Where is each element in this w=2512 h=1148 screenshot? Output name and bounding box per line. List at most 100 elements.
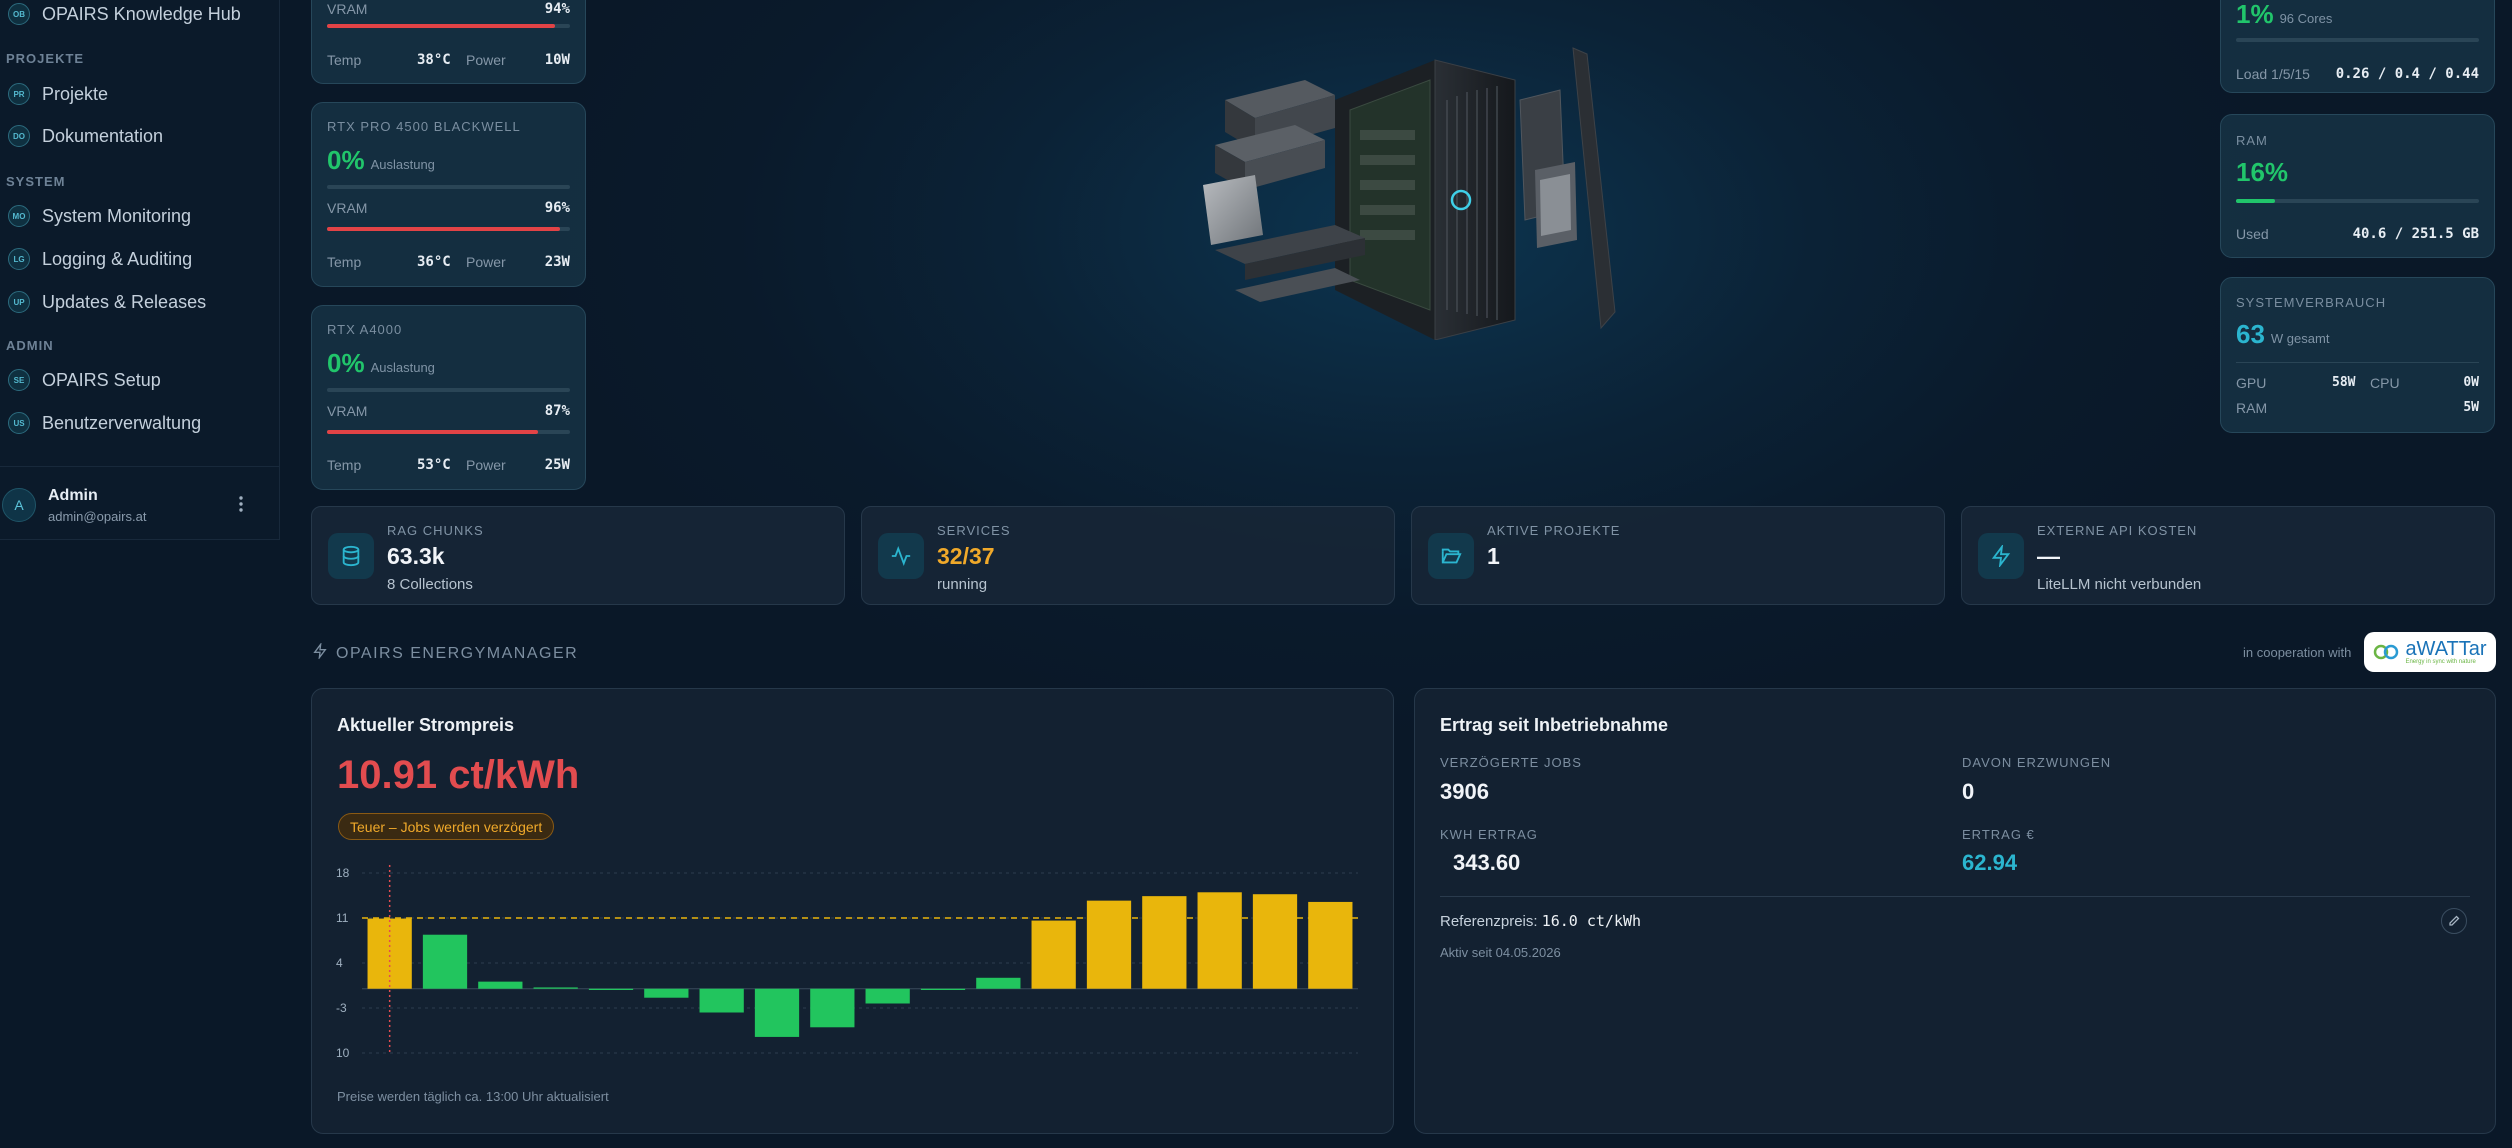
sidebar-item-system-monitoring[interactable]: MO System Monitoring: [8, 205, 191, 227]
kpi-card-projects[interactable]: AKTIVE PROJEKTE 1: [1411, 506, 1945, 605]
cpu-pct: 1%: [2236, 0, 2274, 29]
ram-bar: [2236, 199, 2479, 203]
energy-section-label: OPAIRS ENERGYMANAGER: [336, 644, 579, 662]
cpu-cores: 96 Cores: [2279, 11, 2333, 26]
sidebar-item-opairs-setup[interactable]: SE OPAIRS Setup: [8, 369, 161, 391]
sidebar-item-knowledge-hub[interactable]: OB OPAIRS Knowledge Hub: [8, 3, 241, 25]
ram-power-value: 5W: [2463, 400, 2479, 415]
power-card: SYSTEMVERBRAUCH 63 W gesamt GPU 58W CPU …: [2220, 277, 2495, 433]
gpu-name: RTX PRO 4500 BLACKWELL: [327, 119, 521, 134]
gpu-power-value: 58W: [2332, 375, 2356, 390]
delayed-jobs-label: VERZÖGERTE JOBS: [1440, 755, 1582, 770]
user-profile[interactable]: A Admin admin@opairs.at: [0, 466, 280, 540]
kpi-label: RAG CHUNKS: [387, 523, 484, 538]
kpi-card-api-costs[interactable]: EXTERNE API KOSTEN — LiteLLM nicht verbu…: [1961, 506, 2495, 605]
kpi-card-services[interactable]: SERVICES 32/37 running: [861, 506, 1395, 605]
util-label: Auslastung: [370, 360, 435, 375]
ram-power-row: RAM 5W: [2236, 400, 2479, 416]
sidebar-item-logging[interactable]: LG Logging & Auditing: [8, 248, 192, 270]
kpi-sub: 8 Collections: [387, 576, 473, 593]
gpu-card: VRAM 94% Temp 38°C Power 10W: [311, 0, 586, 84]
chart-note: Preise werden täglich ca. 13:00 Uhr aktu…: [337, 1089, 609, 1104]
kpi-label: AKTIVE PROJEKTE: [1487, 523, 1621, 538]
vram-pct: 94%: [544, 1, 570, 17]
sidebar-item-benutzerverwaltung[interactable]: US Benutzerverwaltung: [8, 412, 201, 434]
power-label: Power: [466, 52, 506, 68]
reference-price-value: 16.0 ct/kWh: [1541, 912, 1642, 930]
eur-yield-label: ERTRAG €: [1962, 827, 2035, 842]
vram-pct: 87%: [544, 403, 570, 419]
sidebar-item-label: System Monitoring: [42, 205, 192, 226]
cpu-card: 1% 96 Cores Load 1/5/15 0.26 / 0.4 / 0.4…: [2220, 0, 2495, 93]
power-title: SYSTEMVERBRAUCH: [2236, 295, 2387, 310]
util-bar: [327, 388, 570, 392]
awattar-logo[interactable]: aWATTar Energy in sync with nature: [2364, 632, 2496, 672]
sidebar-item-dokumentation[interactable]: DO Dokumentation: [8, 125, 163, 147]
kpi-label: SERVICES: [937, 523, 1011, 538]
price-bar: [810, 988, 855, 1028]
forced-jobs-label: DAVON ERZWUNGEN: [1962, 755, 2112, 770]
cpu-power-label: CPU: [2370, 375, 2400, 391]
power-total-label: W gesamt: [2270, 331, 2330, 346]
y-tick-label: 4: [336, 956, 343, 970]
kpi-card-rag[interactable]: RAG CHUNKS 63.3k 8 Collections: [311, 506, 845, 605]
temp-power-row: Temp 38°C Power 10W: [327, 52, 570, 68]
vram-bar: [327, 227, 570, 231]
price-bar: [699, 988, 744, 1013]
temp-value: 53°C: [417, 457, 451, 473]
forced-jobs-value: 0: [1962, 779, 1975, 804]
vram-pct: 96%: [544, 200, 570, 216]
gpu-power-label: GPU: [2236, 375, 2267, 391]
sidebar-item-projekte[interactable]: PR Projekte: [8, 83, 108, 105]
awattar-wordmark: aWATTar Energy in sync with nature: [2405, 639, 2486, 665]
y-tick-label: 18: [336, 866, 350, 880]
price-bar: [478, 981, 523, 989]
power-breakdown-row: GPU 58W CPU 0W: [2236, 375, 2479, 391]
delayed-jobs-value: 3906: [1440, 779, 1489, 804]
sidebar-item-updates[interactable]: UP Updates & Releases: [8, 291, 206, 313]
activity-icon: [878, 533, 924, 579]
price-panel: Aktueller Strompreis 10.91 ct/kWh Teuer …: [311, 688, 1394, 1134]
power-value: 23W: [544, 254, 570, 270]
nav-section-title: ADMIN: [6, 338, 54, 353]
price-bar: [865, 988, 910, 1004]
sidebar-item-label: OPAIRS Setup: [42, 369, 161, 390]
power-total-value: 63: [2236, 319, 2265, 349]
zap-icon: [312, 641, 328, 664]
price-status-badge[interactable]: Teuer – Jobs werden verzögert: [338, 813, 555, 840]
folder-open-icon: [1428, 533, 1474, 579]
sidebar-item-label: Logging & Auditing: [42, 248, 193, 269]
avatar: A: [2, 488, 36, 522]
vram-bar: [327, 430, 570, 434]
y-tick-label: 10: [336, 1046, 350, 1060]
active-since: Aktiv seit 04.05.2026: [1440, 945, 1561, 960]
power-value: 10W: [544, 52, 570, 68]
divider: [1440, 896, 2470, 897]
sidebar: OB OPAIRS Knowledge Hub PROJEKTE PR Proj…: [0, 0, 280, 540]
sidebar-item-label: Dokumentation: [42, 125, 164, 146]
ram-pct: 16%: [2236, 157, 2289, 187]
price-bar: [644, 988, 689, 998]
awattar-tagline: Energy in sync with nature: [2405, 659, 2476, 665]
price-bar: [588, 988, 634, 990]
more-vertical-icon[interactable]: [238, 495, 244, 518]
load-value: 0.26 / 0.4 / 0.44: [2335, 66, 2479, 82]
y-tick-label: 11: [336, 911, 349, 925]
vram-row: VRAM 94%: [327, 1, 570, 17]
vram-bar-fill: [327, 24, 556, 28]
price-bar: [920, 988, 966, 990]
kpi-sub: running: [937, 576, 988, 593]
reference-price-label: Referenzpreis:: [1440, 913, 1538, 930]
kpi-value: 1: [1487, 543, 1500, 569]
temp-label: Temp: [327, 254, 362, 270]
vram-label: VRAM: [327, 403, 368, 419]
temp-label: Temp: [327, 457, 362, 473]
nav-badge: UP: [8, 291, 30, 313]
nav-section-title: PROJEKTE: [6, 51, 85, 66]
user-email: admin@opairs.at: [48, 509, 147, 524]
price-panel-title: Aktueller Strompreis: [337, 715, 515, 735]
vram-row: VRAM 96%: [327, 200, 570, 216]
pencil-icon[interactable]: [2441, 908, 2467, 934]
price-bar: [422, 934, 468, 989]
kwh-yield-label: KWH ERTRAG: [1440, 827, 1538, 842]
